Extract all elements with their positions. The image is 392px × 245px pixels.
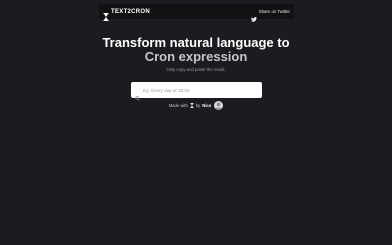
share-label: Share on Twitter (258, 9, 290, 14)
twitter-bird-icon (250, 9, 257, 22)
navbar: TEXT2CRON Share on Twitter (99, 4, 294, 22)
natural-language-input[interactable] (143, 87, 258, 93)
share-on-twitter-button[interactable]: Share on Twitter (250, 9, 290, 22)
search-box (131, 82, 262, 101)
avatar[interactable] (214, 101, 224, 110)
page-title-line-1: Transform natural language to (102, 35, 290, 50)
made-with-label: Made with (168, 103, 188, 108)
brand-name: TEXT2CRON (111, 8, 151, 15)
hourglass-icon (190, 103, 194, 108)
page-title-line-2: Cron expression (144, 49, 248, 64)
hourglass-icon (103, 8, 109, 21)
brand-logo[interactable]: TEXT2CRON (103, 8, 151, 21)
search-icon (135, 88, 140, 101)
author-link[interactable]: Nico (202, 103, 211, 108)
footer-credit: Made with by Nico (0, 101, 392, 110)
by-label: by (195, 103, 201, 108)
page-subtitle: Only copy and paste the result. (166, 67, 226, 72)
